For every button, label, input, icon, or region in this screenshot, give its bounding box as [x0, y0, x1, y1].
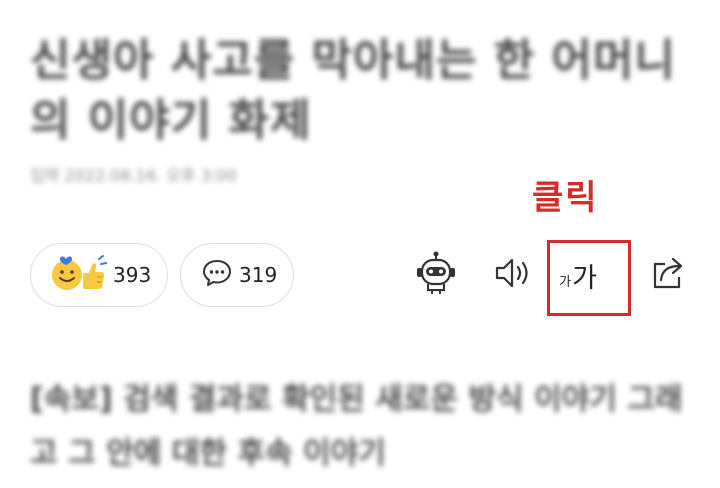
article-headline-line1: 신생아 사고를 막아내는 한 어머니	[30, 35, 670, 86]
summary-bot-icon	[413, 250, 459, 300]
text-to-speech-button[interactable]	[487, 248, 539, 302]
comment-button[interactable]: 319	[180, 243, 294, 307]
share-icon	[649, 255, 689, 295]
speaker-icon	[493, 255, 533, 295]
comment-count: 319	[239, 263, 278, 287]
speech-bubble-icon	[201, 258, 233, 292]
share-button[interactable]	[643, 248, 695, 302]
article-headline-line2: 의 이야기 화제	[30, 95, 312, 146]
article-date: 입력 2022.08.16. 오후 3:00	[30, 166, 237, 185]
font-size-button[interactable]: 가 가	[552, 248, 604, 302]
related-article-line2[interactable]: 고 그 안에 대한 후속 이야기	[30, 428, 690, 472]
summary-bot-button[interactable]	[410, 248, 462, 302]
related-article-line1[interactable]: [속보] 검색 결과로 확인된 새로운 방식 이야기 그래	[30, 374, 690, 418]
click-annotation: 클릭	[532, 178, 599, 218]
like-count: 393	[113, 263, 152, 287]
reaction-like-button[interactable]: 393	[30, 243, 168, 307]
smiley-thumbs-up-icon	[49, 253, 107, 297]
font-size-small-label: 가	[559, 274, 572, 290]
font-size-large-label: 가	[572, 262, 597, 294]
